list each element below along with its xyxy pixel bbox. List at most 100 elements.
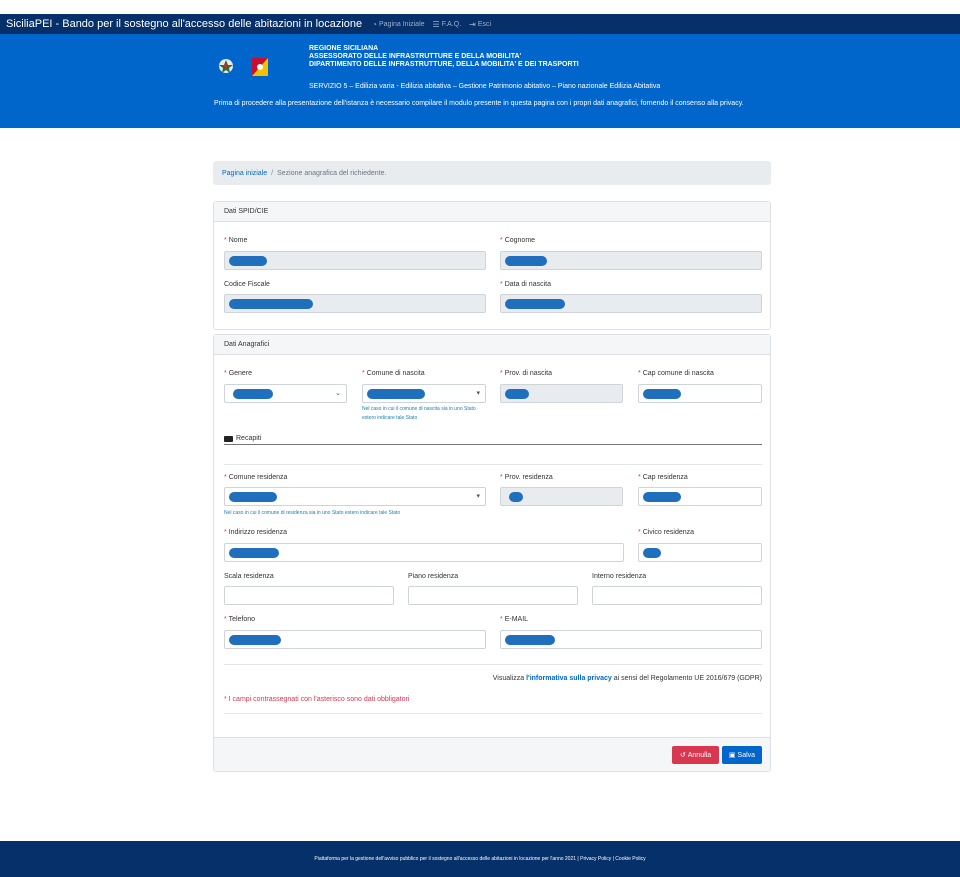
privacy-pre: Visualizza — [492, 675, 527, 682]
footer-text: Piattaforma per la gestione dell'avviso … — [314, 856, 646, 862]
redacted-value — [229, 635, 281, 645]
nome-field — [224, 251, 486, 270]
telefono-label: * Telefono — [224, 616, 256, 623]
comune-nascita-help: Nel caso in cui il comune di nascita sia… — [362, 406, 476, 421]
spid-card: Dati SPID/CIE * Nome * Cognome Codice Fi… — [213, 201, 771, 330]
redacted-value — [505, 389, 529, 399]
prov-nascita-label: * Prov. di nascita — [500, 370, 553, 377]
redacted-value — [643, 389, 681, 399]
comune-nascita-select[interactable]: ▾ — [362, 384, 486, 403]
undo-icon: ↺ — [679, 752, 686, 759]
nav-link-faq-label: F.A.Q. — [441, 20, 462, 28]
data-nascita-label: * Data di nascita — [500, 281, 551, 288]
comune-residenza-label: * Comune residenza — [224, 474, 288, 481]
redacted-value — [229, 256, 267, 266]
piano-label: Piano residenza — [408, 573, 459, 580]
genere-select[interactable]: ⌄ — [224, 384, 347, 403]
list-icon: ☰ — [432, 19, 440, 29]
comune-residenza-select[interactable]: ▾ — [224, 487, 486, 506]
cap-nascita-field[interactable] — [638, 384, 762, 403]
breadcrumb: Pagina iniziale / Sezione anagrafica del… — [213, 161, 771, 185]
codice-fiscale-label: Codice Fiscale — [224, 281, 270, 288]
nav-link-home-label: Pagina Iniziale — [378, 20, 425, 28]
prov-nascita-field — [500, 384, 623, 403]
nav-link-exit-label: Esci — [477, 20, 492, 28]
indirizzo-field[interactable] — [224, 543, 624, 562]
redacted-value — [233, 389, 273, 399]
redacted-value — [643, 548, 661, 558]
app-brand[interactable]: SiciliaPEI - Bando per il sostegno all'a… — [6, 18, 362, 30]
cancel-button-label: Annulla — [687, 751, 712, 759]
redacted-value — [643, 492, 681, 502]
chevron-down-icon: ▾ — [476, 390, 480, 397]
prov-residenza-label: * Prov. residenza — [500, 474, 553, 481]
interno-field[interactable] — [592, 586, 762, 605]
spid-card-title: Dati SPID/CIE — [214, 202, 770, 222]
service-name: SERVIZIO 5 – Edilizia varia - Edilizia a… — [309, 83, 661, 90]
logos — [216, 58, 270, 82]
cap-residenza-label: * Cap residenza — [638, 474, 688, 481]
privacy-link[interactable]: l'informativa sulla privacy — [526, 675, 612, 682]
breadcrumb-home[interactable]: Pagina iniziale — [222, 170, 267, 177]
org-names: REGIONE SICILIANA ASSESSORATO DELLE INFR… — [309, 45, 579, 69]
form-actions: ↺ Annulla ▣ Salva — [214, 737, 770, 771]
nav-link-home[interactable]: ◔ Pagina Iniziale — [372, 20, 424, 29]
indirizzo-label: * Indirizzo residenza — [224, 529, 288, 536]
genere-label: * Genere — [224, 370, 253, 377]
save-button[interactable]: ▣ Salva — [722, 746, 762, 764]
redacted-value — [367, 389, 425, 399]
cap-nascita-label: * Cap comune di nascita — [638, 370, 714, 377]
prov-residenza-field — [500, 487, 623, 506]
nome-label: * Nome — [224, 237, 248, 244]
chevron-down-icon: ▾ — [476, 493, 480, 500]
nav-link-faq[interactable]: ☰ F.A.Q. — [433, 20, 462, 29]
civico-field[interactable] — [638, 543, 762, 562]
redacted-value — [229, 299, 313, 309]
nav-link-exit[interactable]: ⇥ Esci — [469, 20, 491, 29]
divider — [224, 464, 762, 465]
redacted-value — [505, 635, 555, 645]
recapiti-title: Recapiti — [236, 435, 262, 442]
redacted-value — [505, 299, 565, 309]
data-nascita-field — [500, 294, 762, 313]
scala-field[interactable] — [224, 586, 394, 605]
cognome-label: * Cognome — [500, 237, 536, 244]
email-field[interactable] — [500, 630, 762, 649]
org-office: DIPARTIMENTO DELLE INFRASTRUTTURE, DELLA… — [309, 61, 579, 68]
breadcrumb-separator: / — [271, 169, 274, 177]
cancel-button[interactable]: ↺ Annulla — [672, 746, 719, 764]
anagrafici-card: Dati Anagrafici * Genere ⌄ * Comune di n… — [213, 334, 771, 772]
header-band: REGIONE SICILIANA ASSESSORATO DELLE INFR… — [0, 34, 960, 128]
comune-nascita-label: * Comune di nascita — [362, 370, 425, 377]
cap-residenza-field[interactable] — [638, 487, 762, 506]
scala-label: Scala residenza — [224, 573, 274, 580]
comune-residenza-help: Nel caso in cui il comune di residenza s… — [224, 510, 401, 516]
sign-out-icon: ⇥ — [469, 19, 476, 29]
trinacria-icon — [250, 58, 270, 82]
save-button-label: Salva — [737, 751, 756, 759]
email-label: * E-MAIL — [500, 616, 529, 623]
top-navbar: SiciliaPEI - Bando per il sostegno all'a… — [0, 14, 960, 34]
telefono-field[interactable] — [224, 630, 486, 649]
redacted-value — [505, 256, 547, 266]
dashboard-icon: ◔ — [372, 19, 377, 29]
mandatory-note: * I campi contrassegnati con l'asterisco… — [224, 696, 410, 703]
recapiti-heading: Recapiti — [224, 435, 762, 445]
cognome-field — [500, 251, 762, 270]
piano-field[interactable] — [408, 586, 578, 605]
redacted-value — [509, 492, 523, 502]
breadcrumb-current: Sezione anagrafica del richiedente. — [277, 169, 387, 177]
intro-text: Prima di procedere alla presentazione de… — [214, 100, 744, 107]
page-footer: Piattaforma per la gestione dell'avviso … — [0, 841, 960, 877]
divider — [224, 664, 762, 665]
chevron-down-icon: ⌄ — [335, 390, 341, 397]
interno-label: Interno residenza — [592, 573, 647, 580]
floppy-disk-icon: ▣ — [728, 752, 736, 759]
redacted-value — [229, 548, 279, 558]
civico-label: * Civico residenza — [638, 529, 695, 536]
emblem-icon — [216, 58, 236, 82]
codice-fiscale-field — [224, 294, 486, 313]
org-region: REGIONE SICILIANA — [309, 45, 379, 52]
org-department: ASSESSORATO DELLE INFRASTRUTTURE E DELLA… — [309, 53, 522, 60]
divider — [224, 713, 762, 714]
